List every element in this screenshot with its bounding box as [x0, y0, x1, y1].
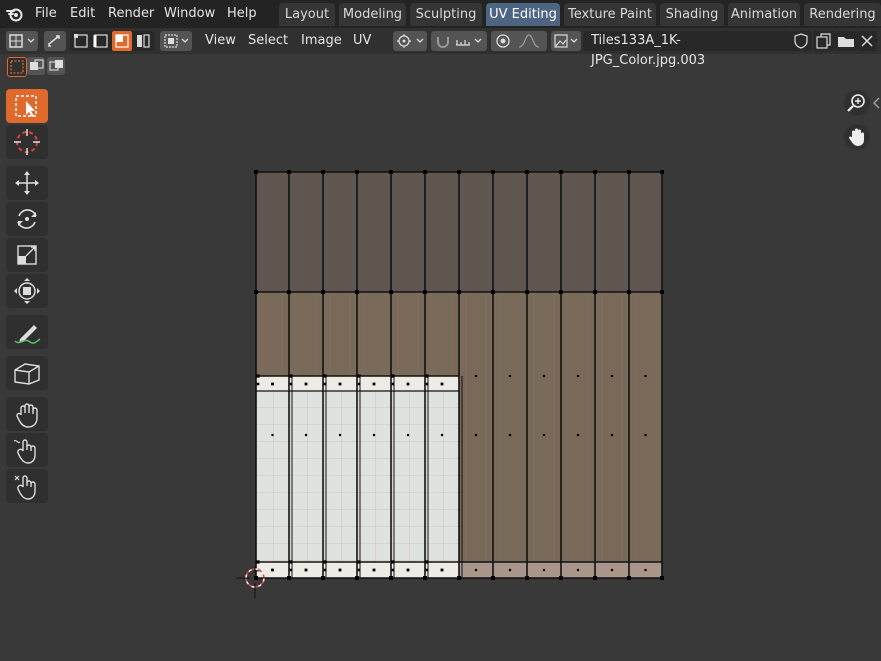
- uv-vertex: [304, 433, 308, 437]
- uv-vertex: [391, 560, 395, 564]
- uv-vertex: [644, 374, 647, 378]
- uv-vertex: [425, 560, 429, 564]
- uv-vertex: [406, 433, 410, 437]
- uv-vertex: [304, 382, 308, 386]
- uv-vertex: [254, 576, 258, 580]
- uv-vertex: [321, 170, 325, 174]
- uv-vertex: [491, 170, 495, 174]
- uv-vertex: [660, 290, 664, 294]
- uv-vertex: [256, 382, 260, 386]
- uv-vertex: [287, 576, 291, 580]
- uv-vertex: [559, 576, 563, 580]
- uv-vertex: [372, 568, 376, 572]
- uv-vertex: [508, 568, 512, 572]
- uv-vertex: [372, 433, 376, 437]
- uv-vertex: [289, 374, 293, 378]
- uv-vertex: [391, 382, 395, 386]
- uv-vertex: [627, 170, 631, 174]
- uv-vertex: [576, 568, 580, 572]
- uv-image-canvas[interactable]: [0, 0, 881, 661]
- uv-vertex: [627, 290, 631, 294]
- uv-vertex: [576, 433, 580, 437]
- uv-vertex: [304, 568, 308, 572]
- uv-vertex: [525, 290, 529, 294]
- uv-vertex: [610, 433, 614, 437]
- uv-vertex: [289, 382, 293, 386]
- uv-vertex: [321, 290, 325, 294]
- uv-vertex: [542, 433, 546, 437]
- uv-vertex: [357, 382, 361, 386]
- uv-vertex: [256, 374, 260, 378]
- uv-vertex: [457, 170, 461, 174]
- uv-vertex: [457, 290, 461, 294]
- uv-vertex: [323, 560, 327, 564]
- uv-vertex: [491, 576, 495, 580]
- uv-vertex: [474, 374, 478, 378]
- uv-vertex: [593, 290, 597, 294]
- uv-vertex: [357, 568, 361, 572]
- uv-vertex: [542, 374, 546, 378]
- uv-vertex: [338, 382, 342, 386]
- uv-vertex: [425, 374, 429, 378]
- uv-vertex: [321, 576, 325, 580]
- uv-vertex: [627, 576, 631, 580]
- uv-vertex: [610, 568, 614, 572]
- uv-vertex: [389, 576, 393, 580]
- uv-vertex: [355, 170, 359, 174]
- uv-vertex: [423, 290, 427, 294]
- uv-vertex: [323, 382, 327, 386]
- uv-vertex: [525, 576, 529, 580]
- uv-vertex: [440, 382, 444, 386]
- uv-vertex: [287, 290, 291, 294]
- uv-vertex: [256, 560, 260, 564]
- uv-vertex: [542, 568, 546, 572]
- uv-vertex: [389, 290, 393, 294]
- uv-vertex: [559, 170, 563, 174]
- uv-vertex: [610, 374, 614, 378]
- uv-vertex: [508, 433, 512, 437]
- uv-vertex: [576, 374, 580, 378]
- uv-vertex: [474, 568, 478, 572]
- uv-vertex: [338, 433, 342, 437]
- uv-vertex: [474, 433, 478, 437]
- uv-vertex: [355, 576, 359, 580]
- uv-vertex: [323, 374, 327, 378]
- uv-vertex: [425, 382, 429, 386]
- uv-vertex: [289, 568, 293, 572]
- uv-vertex: [271, 382, 274, 386]
- uv-vertex: [491, 290, 495, 294]
- uv-vertex: [271, 433, 274, 437]
- uv-vertex: [289, 560, 293, 564]
- uv-vertex: [406, 568, 410, 572]
- uv-vertex: [254, 290, 258, 294]
- uv-vertex: [372, 382, 376, 386]
- uv-vertex: [660, 170, 664, 174]
- uv-vertex: [644, 433, 647, 437]
- uv-vertex: [593, 576, 597, 580]
- uv-vertex: [406, 382, 410, 386]
- uv-vertex: [440, 568, 444, 572]
- uv-vertex: [423, 170, 427, 174]
- uv-vertex: [391, 568, 395, 572]
- uv-vertex: [593, 170, 597, 174]
- uv-vertex: [287, 170, 291, 174]
- uv-vertex: [508, 374, 512, 378]
- uv-vertex: [440, 433, 444, 437]
- uv-vertex: [423, 576, 427, 580]
- uv-vertex: [271, 568, 274, 572]
- uv-vertex: [559, 290, 563, 294]
- uv-vertex: [457, 576, 461, 580]
- uv-vertex: [425, 568, 429, 572]
- uv-vertex: [525, 170, 529, 174]
- uv-vertex: [391, 374, 395, 378]
- uv-vertex: [357, 374, 361, 378]
- uv-vertex: [660, 576, 664, 580]
- uv-vertex: [355, 290, 359, 294]
- uv-vertex: [389, 170, 393, 174]
- uv-vertex: [338, 568, 342, 572]
- uv-vertex: [644, 568, 647, 572]
- uv-vertex: [357, 560, 361, 564]
- uv-vertex: [323, 568, 327, 572]
- uv-vertex: [254, 170, 258, 174]
